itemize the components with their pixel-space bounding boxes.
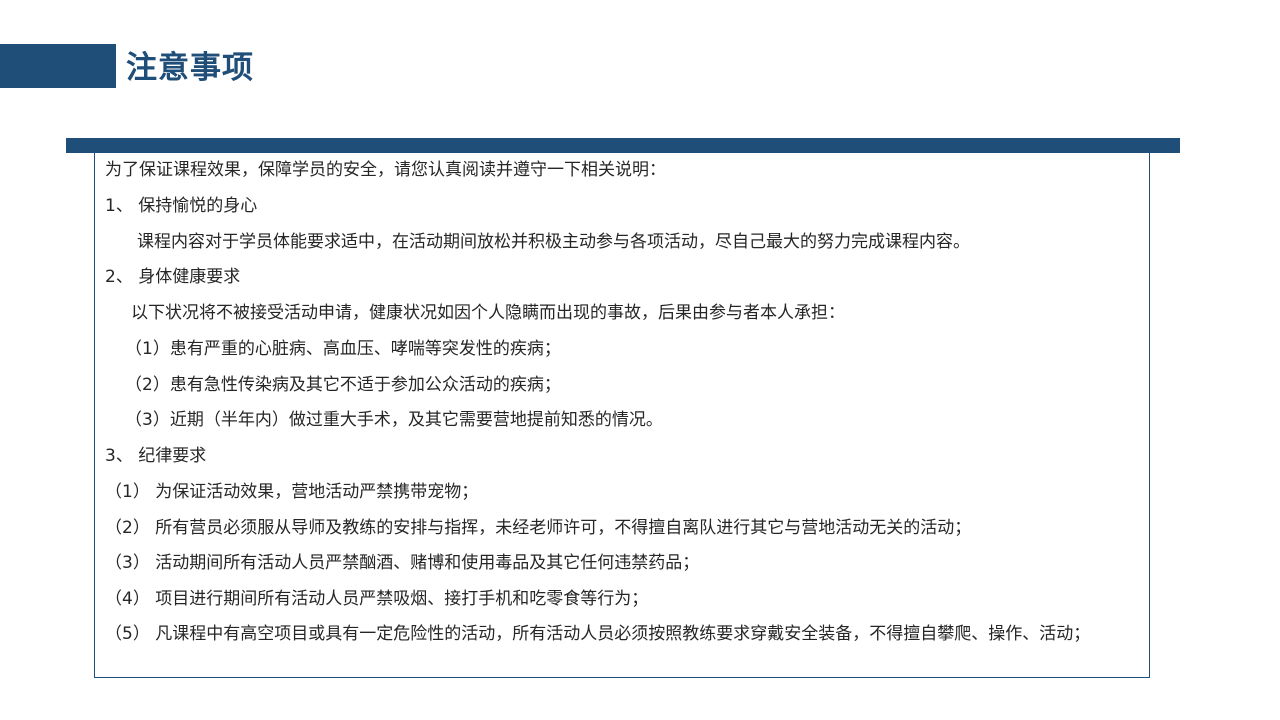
section3-item: （2） 所有营员必须服从导师及教练的安排与指挥，未经老师许可，不得擅自离队进行其… [105, 518, 972, 538]
section3-item: （1） 为保证活动效果，营地活动严禁携带宠物； [105, 482, 479, 502]
section2-item: （3）近期（半年内）做过重大手术，及其它需要营地提前知悉的情况。 [125, 410, 663, 430]
section2-item: （2）患有急性传染病及其它不适于参加公众活动的疾病； [125, 375, 561, 395]
section3-item: （5） 凡课程中有高空项目或具有一定危险性的活动，所有活动人员必须按照教练要求穿… [105, 624, 1091, 644]
section3-item: （3） 活动期间所有活动人员严禁酗酒、赌博和使用毒品及其它任何违禁药品； [105, 553, 700, 573]
page-title: 注意事项 [126, 50, 254, 86]
section3-item: （4） 项目进行期间所有活动人员严禁吸烟、接打手机和吃零食等行为； [105, 589, 649, 609]
section1-body: 课程内容对于学员体能要求适中，在活动期间放松并积极主动参与各项活动，尽自己最大的… [137, 232, 970, 252]
section1-heading: 1、 保持愉悦的身心 [105, 196, 258, 216]
title-accent-block [0, 44, 116, 88]
notice-intro: 为了保证课程效果，保障学员的安全，请您认真阅读并遵守一下相关说明： [105, 160, 666, 180]
content-header-bar [66, 138, 1180, 153]
notice-content-box: 为了保证课程效果，保障学员的安全，请您认真阅读并遵守一下相关说明： 1、 保持愉… [94, 153, 1150, 678]
section3-heading: 3、 纪律要求 [105, 446, 207, 466]
section2-heading: 2、 身体健康要求 [105, 267, 241, 287]
section2-item: （1）患有严重的心脏病、高血压、哮喘等突发性的疾病； [125, 339, 561, 359]
section2-intro: 以下状况将不被接受活动申请，健康状况如因个人隐瞒而出现的事故，后果由参与者本人承… [131, 303, 845, 323]
